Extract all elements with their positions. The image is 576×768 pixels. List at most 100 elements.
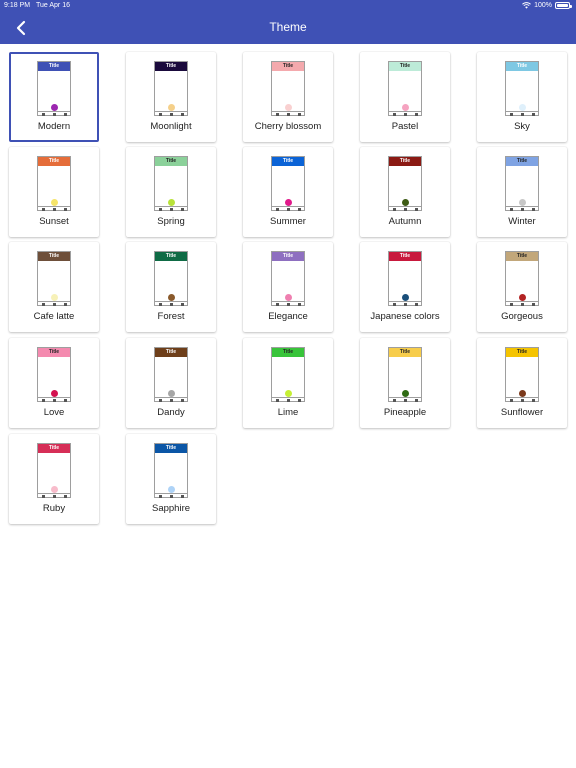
preview-title-bar: Title xyxy=(155,444,187,453)
preview-nav-icon xyxy=(287,113,290,116)
preview-divider xyxy=(506,206,538,207)
preview-nav-icon xyxy=(404,399,407,402)
preview-nav-icon xyxy=(159,495,162,498)
theme-name: Sapphire xyxy=(151,503,191,514)
theme-name: Modern xyxy=(37,121,71,132)
preview-nav-icon xyxy=(404,113,407,116)
theme-card[interactable]: Title Sapphire xyxy=(126,434,216,524)
preview-nav-icon xyxy=(393,208,396,211)
preview-nav-icon xyxy=(298,113,301,116)
theme-card[interactable]: Title Dandy xyxy=(126,338,216,428)
theme-name: Elegance xyxy=(268,311,308,322)
preview-nav-icon xyxy=(532,399,535,402)
theme-name: Forest xyxy=(157,311,185,322)
status-bar: 9:18 PM Tue Apr 16 100% xyxy=(4,2,572,14)
preview-title-bar: Title xyxy=(38,62,70,71)
preview-nav-icon xyxy=(510,113,513,116)
theme-card[interactable]: Title Winter xyxy=(477,147,567,237)
preview-nav-icon xyxy=(42,113,45,116)
theme-card[interactable]: Title Spring xyxy=(126,147,216,237)
theme-card[interactable]: Title Forest xyxy=(126,242,216,332)
preview-title-bar: Title xyxy=(506,348,538,357)
theme-card[interactable]: Title Sunflower xyxy=(477,338,567,428)
theme-name: Gorgeous xyxy=(501,311,543,322)
theme-name: Pineapple xyxy=(383,407,427,418)
theme-card[interactable]: Title Ruby xyxy=(9,434,99,524)
preview-nav-icon xyxy=(159,208,162,211)
preview-nav-icon xyxy=(42,495,45,498)
theme-card[interactable]: Title Modern xyxy=(9,52,99,142)
preview-nav-icon xyxy=(532,303,535,306)
theme-card[interactable]: Title Sky xyxy=(477,52,567,142)
preview-divider xyxy=(38,397,70,398)
theme-preview: Title xyxy=(505,251,539,306)
theme-name: Winter xyxy=(508,216,536,227)
preview-nav-icon xyxy=(64,113,67,116)
theme-card[interactable]: Title Moonlight xyxy=(126,52,216,142)
preview-divider xyxy=(389,301,421,302)
theme-name: Sunset xyxy=(39,216,69,227)
theme-card[interactable]: Title Lime xyxy=(243,338,333,428)
preview-divider xyxy=(272,206,304,207)
theme-card[interactable]: Title Elegance xyxy=(243,242,333,332)
theme-preview: Title xyxy=(505,61,539,116)
preview-fab-dot xyxy=(168,294,175,301)
preview-nav-icon xyxy=(181,303,184,306)
preview-nav-icon xyxy=(276,399,279,402)
theme-card[interactable]: Title Autumn xyxy=(360,147,450,237)
preview-fab-dot xyxy=(51,199,58,206)
theme-name: Autumn xyxy=(388,216,422,227)
preview-nav-icon xyxy=(415,113,418,116)
preview-fab-dot xyxy=(285,199,292,206)
theme-card[interactable]: Title Pineapple xyxy=(360,338,450,428)
preview-divider xyxy=(155,206,187,207)
theme-preview: Title xyxy=(37,61,71,116)
theme-preview: Title xyxy=(388,251,422,306)
preview-divider xyxy=(506,301,538,302)
preview-fab-dot xyxy=(168,104,175,111)
preview-fab-dot xyxy=(51,294,58,301)
theme-preview: Title xyxy=(505,156,539,211)
theme-preview: Title xyxy=(271,251,305,306)
preview-title-bar: Title xyxy=(506,62,538,71)
preview-divider xyxy=(38,301,70,302)
theme-preview: Title xyxy=(37,347,71,402)
preview-nav-icon xyxy=(159,303,162,306)
preview-nav-icon xyxy=(42,399,45,402)
preview-fab-dot xyxy=(402,199,409,206)
preview-divider xyxy=(155,397,187,398)
preview-nav-icon xyxy=(404,303,407,306)
preview-nav-icon xyxy=(159,399,162,402)
preview-nav-icon xyxy=(159,113,162,116)
preview-title-bar: Title xyxy=(389,252,421,261)
preview-title-bar: Title xyxy=(155,252,187,261)
theme-card[interactable]: Title Summer xyxy=(243,147,333,237)
preview-title-bar: Title xyxy=(506,252,538,261)
theme-card[interactable]: Title Love xyxy=(9,338,99,428)
theme-preview: Title xyxy=(388,156,422,211)
preview-nav-icon xyxy=(298,208,301,211)
preview-title-bar: Title xyxy=(389,348,421,357)
theme-card[interactable]: Title Cafe latte xyxy=(9,242,99,332)
preview-divider xyxy=(272,111,304,112)
theme-card[interactable]: Title Sunset xyxy=(9,147,99,237)
preview-title-bar: Title xyxy=(389,157,421,166)
preview-nav-icon xyxy=(298,399,301,402)
theme-card[interactable]: Title Cherry blossom xyxy=(243,52,333,142)
theme-card[interactable]: Title Gorgeous xyxy=(477,242,567,332)
theme-name: Dandy xyxy=(157,407,185,418)
theme-preview: Title xyxy=(154,347,188,402)
theme-preview: Title xyxy=(271,156,305,211)
preview-nav-icon xyxy=(53,495,56,498)
preview-nav-icon xyxy=(170,208,173,211)
preview-nav-icon xyxy=(276,303,279,306)
preview-nav-icon xyxy=(64,303,67,306)
preview-fab-dot xyxy=(519,390,526,397)
preview-nav-icon xyxy=(510,399,513,402)
page-title: Theme xyxy=(269,20,307,34)
theme-card[interactable]: Title Japanese colors xyxy=(360,242,450,332)
preview-divider xyxy=(38,111,70,112)
preview-fab-dot xyxy=(51,390,58,397)
theme-card[interactable]: Title Pastel xyxy=(360,52,450,142)
preview-fab-dot xyxy=(285,104,292,111)
